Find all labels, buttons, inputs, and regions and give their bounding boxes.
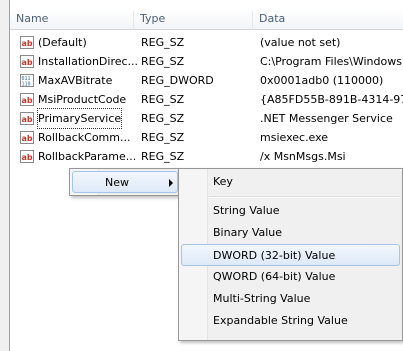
menu-item-expandable-string-value-label: Expandable String Value	[213, 314, 348, 327]
menu-item-multi-string-value[interactable]: Multi-String Value	[181, 288, 400, 310]
column-header-data[interactable]: Data	[253, 9, 285, 29]
menu-item-string-value-label: String Value	[213, 204, 280, 217]
new-submenu: Key String Value Binary Value DWORD (32-…	[178, 168, 403, 341]
svg-text:ab: ab	[22, 96, 33, 105]
menu-item-key[interactable]: Key	[181, 171, 400, 193]
column-header-type[interactable]: Type	[134, 9, 165, 29]
svg-text:ab: ab	[22, 115, 33, 124]
row-type: REG_SZ	[141, 112, 185, 125]
row-name: RollbackParame...	[38, 150, 137, 163]
row-name: InstallationDirec...	[38, 55, 139, 68]
row-data: C:\Program Files\Windows	[260, 55, 402, 68]
row-type: REG_SZ	[141, 150, 185, 163]
menu-item-key-label: Key	[213, 175, 233, 188]
svg-text:ab: ab	[22, 153, 33, 162]
menu-item-qword-value-label: QWORD (64-bit) Value	[213, 270, 336, 283]
row-data: {A85FD55B-891B-4314-97A	[260, 93, 403, 106]
string-value-icon: ab	[20, 55, 34, 68]
row-type: REG_SZ	[141, 131, 185, 144]
string-value-icon: ab	[20, 93, 34, 106]
submenu-arrow-icon	[169, 179, 173, 187]
registry-row[interactable]: ab RollbackComm... REG_SZ msiexec.exe	[10, 128, 403, 147]
menu-item-multi-string-value-label: Multi-String Value	[213, 292, 311, 305]
svg-text:110: 110	[22, 82, 31, 88]
row-data: (value not set)	[260, 36, 341, 49]
row-data: /x MsnMsgs.Msi	[260, 150, 346, 163]
menu-separator	[209, 196, 400, 198]
row-name: PrimaryService	[36, 108, 123, 129]
tree-pane-edge	[0, 0, 10, 351]
menu-item-new-label: New	[105, 176, 129, 189]
menu-item-expandable-string-value[interactable]: Expandable String Value	[181, 310, 400, 332]
registry-row[interactable]: ab (Default) REG_SZ (value not set)	[10, 33, 403, 52]
registry-row[interactable]: ab MsiProductCode REG_SZ {A85FD55B-891B-…	[10, 90, 403, 109]
row-type: REG_DWORD	[141, 74, 214, 87]
menu-item-binary-value-label: Binary Value	[213, 226, 283, 239]
row-name: (Default)	[38, 36, 87, 49]
menu-item-qword-value[interactable]: QWORD (64-bit) Value	[181, 266, 400, 288]
registry-row[interactable]: ab PrimaryService REG_SZ .NET Messenger …	[10, 108, 403, 129]
binary-value-icon: 011 110	[20, 74, 34, 88]
registry-row[interactable]: ab RollbackParame... REG_SZ /x MsnMsgs.M…	[10, 147, 403, 166]
row-data: .NET Messenger Service	[260, 112, 393, 125]
registry-row[interactable]: ab InstallationDirec... REG_SZ C:\Progra…	[10, 52, 403, 71]
row-type: REG_SZ	[141, 55, 185, 68]
row-data: msiexec.exe	[260, 131, 329, 144]
context-menu: New	[69, 168, 181, 196]
row-data: 0x0001adb0 (110000)	[260, 74, 384, 87]
list-header: Name Type Data	[10, 9, 403, 30]
top-strip	[10, 0, 403, 9]
row-type: REG_SZ	[141, 36, 185, 49]
menu-item-dword-value-label: DWORD (32-bit) Value	[213, 249, 336, 262]
svg-text:ab: ab	[22, 134, 33, 143]
row-type: REG_SZ	[141, 93, 185, 106]
svg-text:ab: ab	[22, 39, 33, 48]
menu-item-dword-value[interactable]: DWORD (32-bit) Value	[181, 244, 400, 266]
svg-text:ab: ab	[22, 58, 33, 67]
row-name: RollbackComm...	[38, 131, 131, 144]
string-value-icon: ab	[20, 112, 34, 125]
menu-item-new[interactable]: New	[72, 171, 178, 193]
row-name: MsiProductCode	[38, 93, 127, 106]
string-value-icon: ab	[20, 36, 34, 49]
menu-item-binary-value[interactable]: Binary Value	[181, 222, 400, 244]
string-value-icon: ab	[20, 131, 34, 144]
column-header-name[interactable]: Name	[10, 9, 48, 29]
row-name: MaxAVBitrate	[38, 74, 113, 87]
string-value-icon: ab	[20, 150, 34, 163]
menu-item-string-value[interactable]: String Value	[181, 200, 400, 222]
registry-row[interactable]: 011 110 MaxAVBitrate REG_DWORD 0x0001adb0…	[10, 71, 403, 90]
